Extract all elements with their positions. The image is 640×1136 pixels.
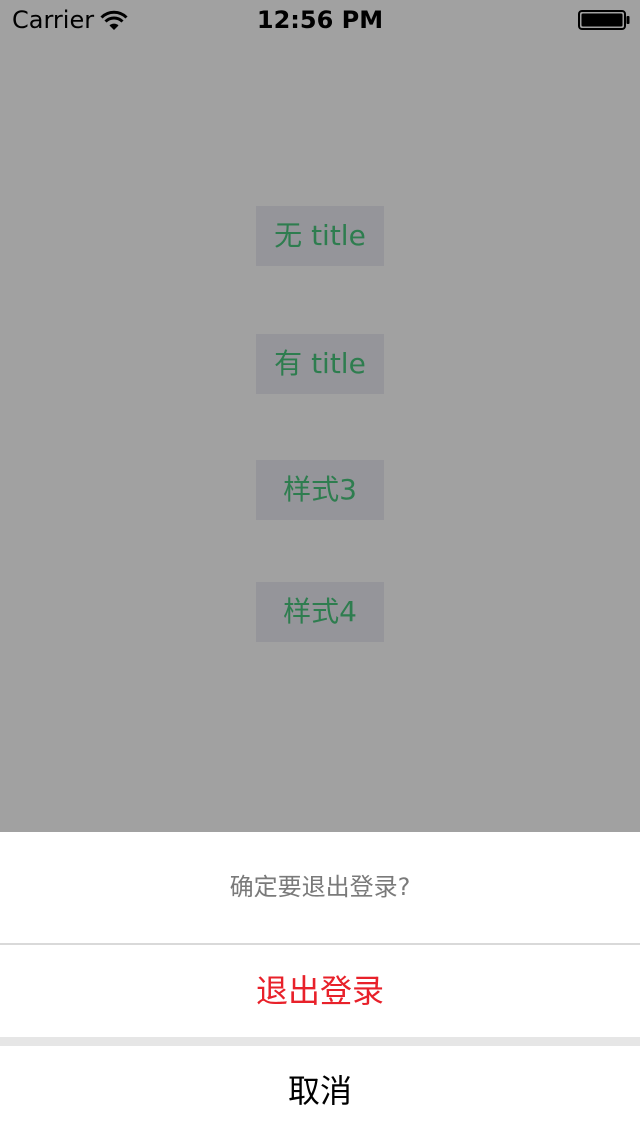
style4-button[interactable]: 样式4 — [256, 582, 384, 642]
status-bar: Carrier 12:56 PM — [0, 0, 640, 40]
logout-button[interactable]: 退出登录 — [0, 945, 640, 1037]
cancel-button[interactable]: 取消 — [0, 1046, 640, 1136]
action-sheet-title: 确定要退出登录? — [0, 832, 640, 943]
status-time: 12:56 PM — [256, 6, 384, 34]
action-sheet: 确定要退出登录? 退出登录 取消 — [0, 832, 640, 1136]
with-title-button[interactable]: 有 title — [256, 334, 384, 394]
no-title-button[interactable]: 无 title — [256, 206, 384, 266]
battery-icon — [578, 10, 630, 30]
style3-button[interactable]: 样式3 — [256, 460, 384, 520]
